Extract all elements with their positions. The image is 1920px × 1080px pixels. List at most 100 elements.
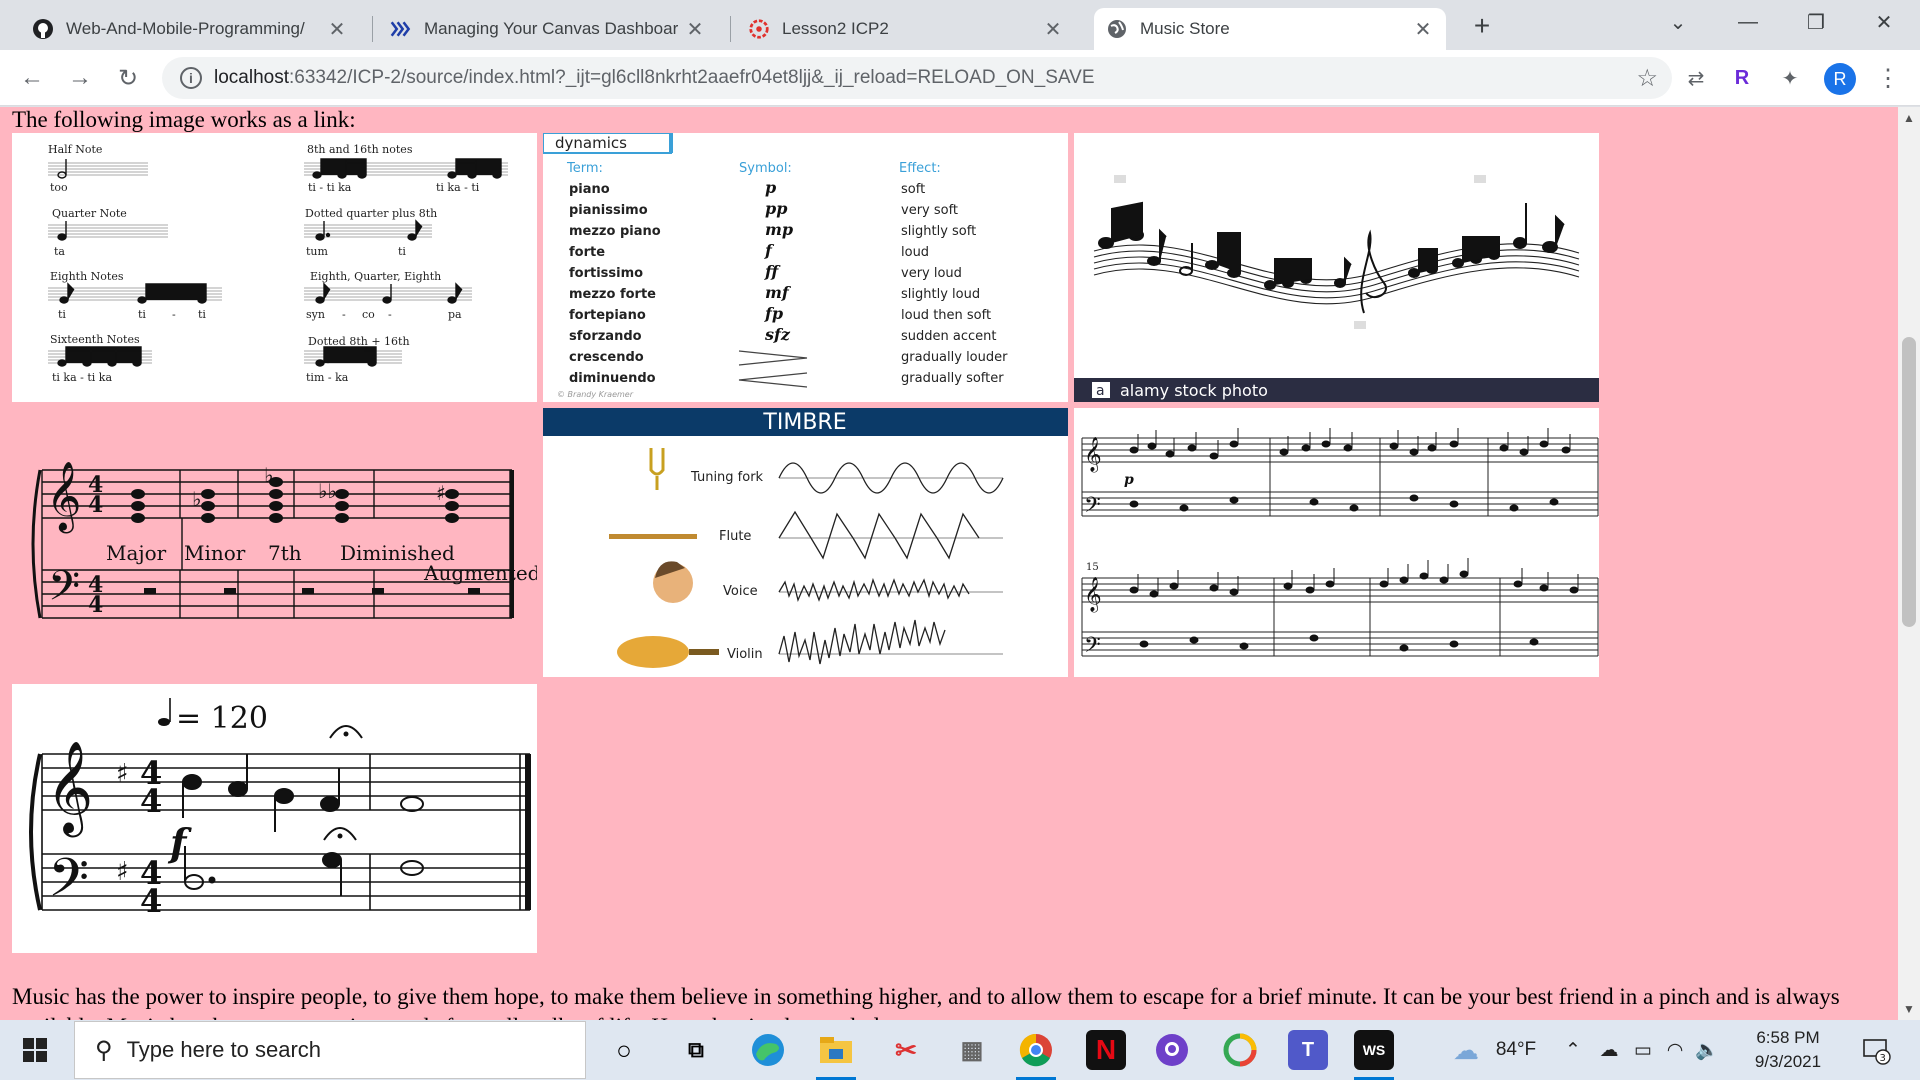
address-bar[interactable]: i localhost:63342/ICP-2/source/index.htm…	[162, 57, 1672, 99]
score-note	[1519, 448, 1529, 456]
teams-icon[interactable]: T	[1288, 1030, 1328, 1070]
svg-text:𝄢: 𝄢	[1084, 633, 1101, 663]
stock-caption: alamy stock photo	[1120, 381, 1268, 400]
score-note	[1229, 496, 1239, 504]
onedrive-icon[interactable]: ☁	[1596, 1020, 1622, 1080]
task-view-icon[interactable]: ⧉	[676, 1030, 716, 1070]
battery-icon[interactable]: ▭	[1630, 1020, 1656, 1080]
profile-avatar[interactable]: R	[1824, 63, 1856, 95]
dynamics-symbol: mf	[765, 283, 792, 302]
windows-taskbar: ⚲ Type here to search ○ ⧉ ✂ ▦ N T WS ☁ 8…	[0, 1020, 1920, 1080]
scroll-up-arrow-icon[interactable]: ▲	[1898, 107, 1920, 129]
bookmark-star-icon[interactable]: ☆	[1636, 64, 1658, 93]
score-note	[1399, 576, 1409, 584]
chords-image-link[interactable]: 𝄞 𝄢 4 4 4 4 ♭ ♭ ♭♭ ♯ Major Minor 7th Dim…	[12, 408, 537, 677]
eqe-label: Eighth, Quarter, Eighth	[310, 270, 441, 283]
tempo-dynamic: f	[167, 820, 192, 865]
score-note	[1321, 440, 1331, 448]
score-image-link[interactable]: 𝄞 𝄢 𝄞 𝄢 15 p	[1074, 408, 1599, 677]
close-window-button[interactable]: ✕	[1854, 0, 1914, 44]
score-note	[1409, 448, 1419, 456]
score-note	[1129, 500, 1139, 508]
weather-cloud-icon[interactable]: ☁	[1446, 1020, 1486, 1080]
score-note	[1229, 440, 1239, 448]
dynamics-image-link[interactable]: dynamics Term: Symbol: Effect: piano p sof…	[543, 133, 1068, 402]
photos-icon[interactable]: ▦	[952, 1030, 992, 1070]
dotted-quarter-label: Dotted quarter plus 8th	[305, 207, 437, 220]
close-icon[interactable]: ✕	[684, 18, 706, 41]
dotted8-label: Dotted 8th + 16th	[308, 335, 410, 348]
stock-notes-image-link[interactable]: a alamy stock photo	[1074, 133, 1599, 402]
quarter-note-label: Quarter Note	[52, 207, 127, 220]
snip-tool-icon[interactable]: ✂	[886, 1030, 926, 1070]
svg-text:♯: ♯	[116, 759, 129, 789]
page-scrollbar[interactable]: ▲ ▼	[1898, 107, 1920, 1020]
url-text[interactable]: localhost:63342/ICP-2/source/index.html?…	[214, 67, 1095, 89]
colorful-app-icon[interactable]	[1220, 1030, 1260, 1070]
windows-start-icon[interactable]	[0, 1020, 70, 1080]
scroll-down-arrow-icon[interactable]: ▼	[1898, 998, 1920, 1020]
timbre-image-link[interactable]: TIMBRE Tuning fork Flute Voice Violin	[543, 408, 1068, 677]
cortana-icon[interactable]: ○	[604, 1030, 644, 1070]
forward-button[interactable]: →	[62, 60, 98, 96]
score-note	[1187, 444, 1197, 452]
system-clock[interactable]: 6:58 PM 9/3/2021	[1728, 1026, 1848, 1074]
score-note	[1499, 444, 1509, 452]
menu-kebab-icon[interactable]: ⋮	[1872, 62, 1904, 94]
dynamics-symbol: p	[765, 178, 776, 197]
close-icon[interactable]: ✕	[1412, 18, 1434, 41]
score-note	[1349, 504, 1359, 512]
r-extension-icon[interactable]: R	[1726, 62, 1758, 94]
dotted8-syllables: tim - ka	[306, 371, 349, 384]
canvas-icon	[390, 18, 412, 40]
reload-button[interactable]: ↻	[110, 60, 146, 96]
taskbar-search-box[interactable]: ⚲ Type here to search	[74, 1021, 586, 1079]
chord-label: 7th	[268, 541, 302, 565]
canvas-red-icon	[748, 18, 770, 40]
tab-search-icon[interactable]: ⌄	[1648, 0, 1708, 44]
svg-text:♭: ♭	[264, 463, 273, 487]
scrollbar-thumb[interactable]	[1902, 337, 1916, 627]
score-note	[1239, 642, 1249, 650]
wifi-icon[interactable]: ◠	[1662, 1020, 1688, 1080]
new-tab-button[interactable]: +	[1466, 10, 1498, 42]
tab-canvas-dashboard[interactable]: Managing Your Canvas Dashboar ✕	[378, 8, 718, 50]
file-explorer-icon[interactable]	[816, 1030, 856, 1070]
score-note	[1529, 638, 1539, 646]
notification-center-icon[interactable]: 3	[1856, 1020, 1896, 1080]
eqe-syllable: co	[362, 308, 375, 321]
chrome-icon[interactable]	[1016, 1030, 1056, 1070]
page-viewport: The following image works as a link: Hal…	[0, 107, 1898, 1020]
tab-github[interactable]: Web-And-Mobile-Programming/ ✕	[20, 8, 360, 50]
tab-music-store[interactable]: Music Store ✕	[1094, 8, 1446, 50]
eqe-syllable: pa	[448, 308, 462, 321]
edge-icon[interactable]	[748, 1030, 788, 1070]
intro-text: The following image works as a link:	[12, 107, 356, 132]
close-icon[interactable]: ✕	[326, 18, 348, 41]
chord-label: Major	[106, 541, 167, 565]
chevron-up-icon[interactable]: ⌃	[1560, 1020, 1586, 1080]
info-icon[interactable]: i	[180, 67, 202, 89]
extensions-puzzle-icon[interactable]: ✦	[1774, 62, 1806, 94]
restore-button[interactable]: ❐	[1786, 0, 1846, 44]
sixteenth-syllables: ti ka - ti ka	[52, 371, 112, 384]
measure-number: 15	[1086, 562, 1099, 573]
minimize-button[interactable]: —	[1718, 0, 1778, 44]
note-values-image-link[interactable]: Half Note too Quarter Note ta Eighth Not…	[12, 133, 537, 402]
close-icon[interactable]: ✕	[1042, 18, 1064, 41]
translate-extension-icon[interactable]: ⇄	[1680, 62, 1712, 94]
github-desktop-icon[interactable]	[1152, 1030, 1192, 1070]
chord-label: Minor	[184, 541, 246, 565]
score-note	[1283, 582, 1293, 590]
temperature[interactable]: 84°F	[1490, 1020, 1542, 1080]
github-icon	[32, 18, 54, 40]
volume-muted-icon[interactable]: 🔈	[1694, 1020, 1720, 1080]
score-note	[1229, 588, 1239, 596]
e16-syllables: ti ka - ti	[436, 181, 480, 194]
webstorm-icon[interactable]: WS	[1354, 1030, 1394, 1070]
dynamics-effect: very soft	[901, 203, 958, 218]
back-button[interactable]: ←	[14, 60, 50, 96]
netflix-icon[interactable]: N	[1086, 1030, 1126, 1070]
tab-lesson2[interactable]: Lesson2 ICP2 ✕	[736, 8, 1076, 50]
tempo-score-image-link[interactable]: = 120 𝄞 𝄢 ♯ ♯ 4 4 4 4 f	[12, 684, 537, 953]
